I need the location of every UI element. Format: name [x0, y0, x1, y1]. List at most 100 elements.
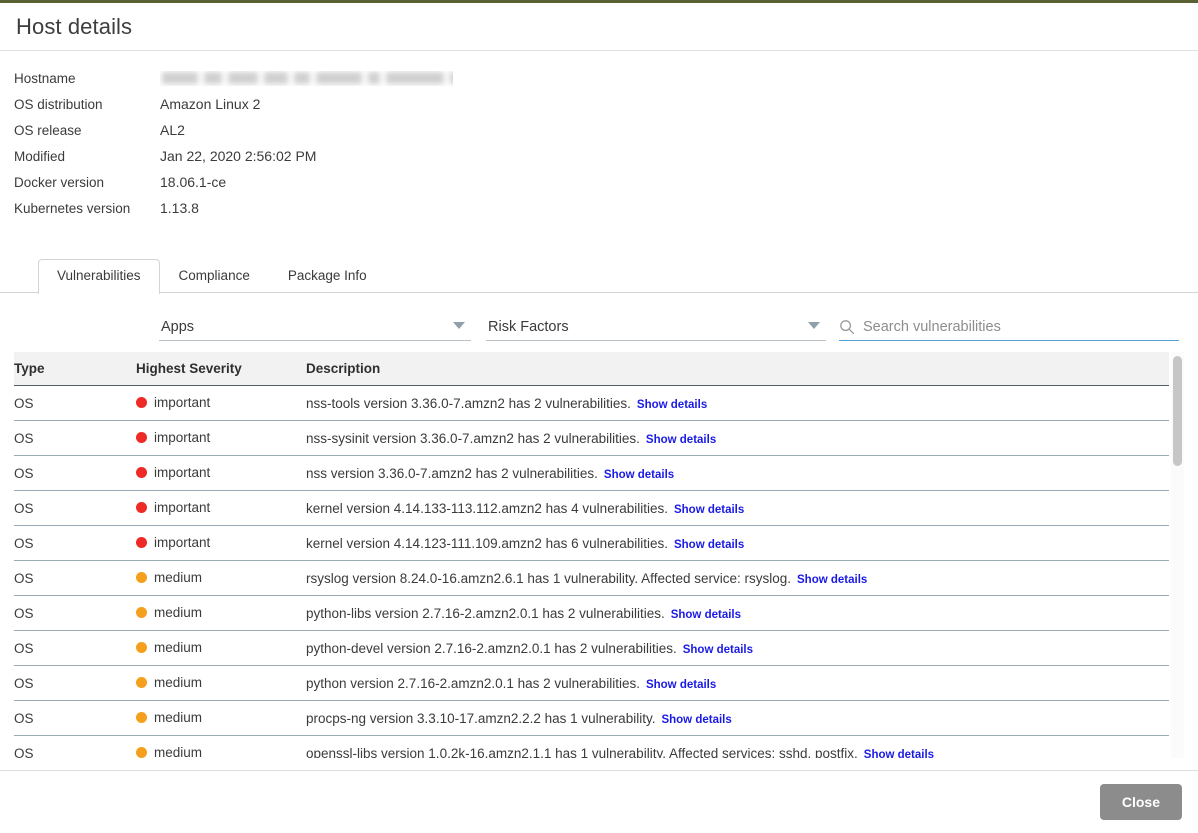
description-text: rsyslog version 8.24.0-16.amzn2.6.1 has … — [306, 571, 791, 586]
show-details-link[interactable]: Show details — [683, 644, 753, 656]
detail-label: Docker version — [14, 175, 160, 190]
detail-row: Kubernetes version1.13.8 — [14, 195, 1198, 221]
cell-type: OS — [14, 736, 136, 759]
tab-list: VulnerabilitiesCompliancePackage Info — [38, 259, 386, 293]
show-details-link[interactable]: Show details — [646, 679, 716, 691]
detail-label: OS distribution — [14, 97, 160, 112]
status-badge: medium — [136, 605, 202, 620]
show-details-link[interactable]: Show details — [637, 399, 707, 411]
table-row: OS medium python-devel version 2.7.16-2.am… — [14, 631, 1169, 666]
search-icon — [839, 319, 855, 335]
table-row: OSimportantnss-tools version 3.36.0-7.am… — [14, 386, 1169, 421]
severity-label: medium — [154, 570, 202, 585]
modal-footer: Close — [0, 770, 1198, 833]
tab-package-info[interactable]: Package Info — [269, 259, 386, 293]
detail-value: AL2 — [160, 122, 185, 138]
redacted-hostname — [160, 71, 453, 86]
table-row: OSmediumprocps-ng version 3.3.10-17.amzn… — [14, 701, 1169, 736]
risk-factors-filter-select[interactable]: Risk Factors — [486, 313, 826, 341]
search-field — [839, 313, 1179, 341]
cell-type: OS — [14, 631, 136, 666]
cell-type: OS — [14, 386, 136, 421]
column-header-highest-severity: Highest Severity — [136, 352, 306, 386]
cell-type: OS — [14, 526, 136, 561]
severity-dot-icon — [136, 677, 147, 688]
severity-label: medium — [154, 675, 202, 690]
status-badge: medium — [136, 710, 202, 725]
cell-type: OS — [14, 596, 136, 631]
cell-type: OS — [14, 491, 136, 526]
table-row: OSmedium python-libs version 2.7.16-2.amz… — [14, 596, 1169, 631]
severity-dot-icon — [136, 397, 147, 408]
detail-label: OS release — [14, 123, 160, 138]
severity-dot-icon — [136, 467, 147, 478]
status-badge: medium — [136, 570, 202, 585]
description-text: procps-ng version 3.3.10-17.amzn2.2.2 ha… — [306, 711, 655, 726]
table-row: OSmediumpython version 2.7.16-2.amzn2.0.… — [14, 666, 1169, 701]
cell-type: OS — [14, 666, 136, 701]
tab-vulnerabilities[interactable]: Vulnerabilities — [38, 259, 160, 294]
cell-highest-severity: important — [136, 421, 306, 456]
show-details-link[interactable]: Show details — [661, 714, 731, 726]
description-text: nss-sysinit version 3.36.0-7.amzn2 has 2… — [306, 431, 640, 446]
host-details-list: HostnameOS distributionAmazon Linux 2OS … — [0, 51, 1198, 221]
description-text: python-devel version 2.7.16-2.amzn2.0.1 … — [306, 641, 677, 656]
cell-type: OS — [14, 421, 136, 456]
status-badge: important — [136, 535, 210, 550]
apps-filter-label: Apps — [159, 319, 194, 335]
status-badge: important — [136, 465, 210, 480]
table-scrollbar[interactable] — [1171, 352, 1184, 758]
severity-label: medium — [154, 640, 202, 655]
show-details-link[interactable]: Show details — [674, 539, 744, 551]
status-badge: important — [136, 395, 210, 410]
table-header-row: Type Highest Severity Description — [14, 352, 1169, 386]
cell-highest-severity: medium — [136, 666, 306, 701]
host-details-modal: Host details HostnameOS distributionAmaz… — [0, 0, 1198, 833]
table-row: OSimportantnss version 3.36.0-7.amzn2 ha… — [14, 456, 1169, 491]
chevron-down-icon — [453, 322, 465, 329]
cell-description: kernel version 4.14.133-113.112.amzn2 ha… — [306, 491, 1169, 526]
show-details-link[interactable]: Show details — [674, 504, 744, 516]
cell-highest-severity: important — [136, 526, 306, 561]
cell-highest-severity: medium — [136, 701, 306, 736]
table-row: OS medium openssl-libs version 1.0.2k-16.a… — [14, 736, 1169, 759]
cell-description: kernel version 4.14.123-111.109.amzn2 ha… — [306, 526, 1169, 561]
severity-label: medium — [154, 710, 202, 725]
cell-description: nss-sysinit version 3.36.0-7.amzn2 has 2… — [306, 421, 1169, 456]
severity-dot-icon — [136, 712, 147, 723]
status-badge: important — [136, 430, 210, 445]
show-details-link[interactable]: Show details — [646, 434, 716, 446]
description-text: python-libs version 2.7.16-2.amzn2.0.1 h… — [306, 606, 665, 621]
tab-compliance[interactable]: Compliance — [160, 259, 269, 293]
vulnerabilities-table-region: Type Highest Severity Description OSimpo… — [14, 352, 1184, 758]
table-row: OSimportant nss-sysinit version 3.36.0-7.… — [14, 421, 1169, 456]
table-row: OSimportant kernel version 4.14.123-111.1… — [14, 526, 1169, 561]
show-details-link[interactable]: Show details — [671, 609, 741, 621]
show-details-link[interactable]: Show details — [797, 574, 867, 586]
detail-value: Jan 22, 2020 2:56:02 PM — [160, 148, 316, 164]
severity-dot-icon — [136, 502, 147, 513]
table-scrollbar-thumb[interactable] — [1173, 356, 1182, 466]
severity-label: medium — [154, 745, 202, 758]
show-details-link[interactable]: Show details — [604, 469, 674, 481]
cell-highest-severity: medium — [136, 561, 306, 596]
cell-description: nss version 3.36.0-7.amzn2 has 2 vulnera… — [306, 456, 1169, 491]
page-title: Host details — [16, 14, 132, 40]
detail-value: 18.06.1-ce — [160, 174, 226, 190]
detail-row: Docker version18.06.1-ce — [14, 169, 1198, 195]
chevron-down-icon — [808, 322, 820, 329]
close-button[interactable]: Close — [1100, 784, 1182, 820]
vulnerabilities-table: Type Highest Severity Description OSimpo… — [14, 352, 1169, 758]
detail-row: ModifiedJan 22, 2020 2:56:02 PM — [14, 143, 1198, 169]
apps-filter-select[interactable]: Apps — [159, 313, 471, 341]
cell-highest-severity: important — [136, 491, 306, 526]
severity-dot-icon — [136, 607, 147, 618]
cell-description: rsyslog version 8.24.0-16.amzn2.6.1 has … — [306, 561, 1169, 596]
risk-factors-filter-label: Risk Factors — [486, 319, 569, 335]
search-input[interactable] — [863, 319, 1163, 335]
show-details-link[interactable]: Show details — [864, 749, 934, 759]
description-text: openssl-libs version 1.0.2k-16.amzn2.1.1… — [306, 746, 858, 759]
status-badge: medium — [136, 745, 202, 758]
detail-row: OS releaseAL2 — [14, 117, 1198, 143]
detail-label: Modified — [14, 149, 160, 164]
